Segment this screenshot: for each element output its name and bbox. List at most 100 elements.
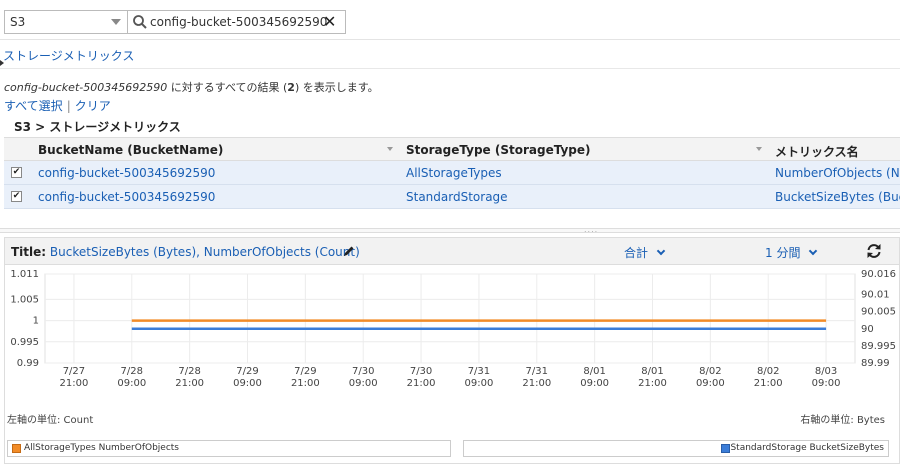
results-summary: config-bucket-500345692590 に対するすべての結果 (2…: [4, 79, 379, 95]
y-right-tick-label: 89.995: [861, 341, 896, 352]
legend-swatch-orange: [12, 444, 21, 453]
x-tick-label: 21:00: [754, 378, 783, 389]
legend-left: AllStorageTypes NumberOfObjects: [7, 440, 451, 457]
period-value: 1 分間: [765, 246, 801, 260]
x-tick-label: 09:00: [465, 378, 494, 389]
table-row[interactable]: ✔ config-bucket-500345692590 AllStorageT…: [4, 161, 900, 185]
graph-title: Title: BucketSizeBytes (Bytes), NumberOf…: [11, 245, 360, 259]
results-text: に対するすべての結果 (: [167, 81, 288, 94]
y-right-tick-label: 90.01: [861, 290, 890, 301]
x-tick-label: 7/30: [410, 366, 432, 377]
legend-swatch-blue: [721, 444, 730, 453]
resize-splitter[interactable]: ....: [0, 225, 900, 234]
grip-handle[interactable]: ....: [584, 225, 598, 234]
x-tick-label: 7/27: [63, 366, 85, 377]
cell-storagetype[interactable]: AllStorageTypes: [406, 166, 502, 180]
cell-bucketname[interactable]: config-bucket-500345692590: [38, 166, 215, 180]
refresh-icon[interactable]: [865, 242, 883, 263]
chevron-down-icon: [656, 246, 666, 256]
cell-bucketname[interactable]: config-bucket-500345692590: [38, 190, 215, 204]
x-tick-label: 09:00: [580, 378, 609, 389]
results-count: 2: [287, 81, 295, 94]
x-tick-label: 21:00: [291, 378, 320, 389]
x-tick-label: 7/31: [526, 366, 548, 377]
divider: [0, 39, 900, 40]
cell-metricname[interactable]: NumberOfObjects (Nu: [775, 166, 900, 180]
x-tick-label: 21:00: [60, 378, 89, 389]
column-header-bucketname[interactable]: BucketName (BucketName): [38, 143, 223, 157]
plot-area: [44, 273, 856, 364]
x-tick-label: 09:00: [233, 378, 262, 389]
breadcrumb[interactable]: ストレージメトリックス: [3, 47, 134, 64]
y-left-tick-label: 0.995: [10, 337, 39, 348]
graph-panel: Title: BucketSizeBytes (Bytes), NumberOf…: [4, 237, 900, 464]
statistic-value: 合計: [624, 246, 649, 260]
table-row[interactable]: ✔ config-bucket-500345692590 StandardSto…: [4, 185, 900, 209]
line-chart: 7/2721:007/2809:007/2821:007/2909:007/29…: [10, 269, 896, 389]
x-tick-label: 7/28: [178, 366, 200, 377]
table-header: BucketName (BucketName) StorageType (Sto…: [4, 137, 900, 161]
select-all-link[interactable]: すべて選択: [4, 99, 63, 113]
x-tick-label: 8/02: [757, 366, 779, 377]
statistic-dropdown[interactable]: 合計: [624, 244, 666, 261]
y-right-tick-label: 90: [861, 324, 874, 335]
pencil-icon[interactable]: [343, 245, 355, 260]
namespace-value: S3: [10, 15, 26, 29]
chevron-down-icon: [809, 246, 818, 256]
divider: [0, 68, 900, 69]
cell-storagetype[interactable]: StandardStorage: [406, 190, 508, 204]
sort-icon[interactable]: [756, 147, 762, 151]
graph-title-label: Title:: [11, 245, 47, 259]
results-bucket: config-bucket-500345692590: [4, 81, 168, 94]
sort-icon[interactable]: [387, 147, 393, 151]
chevron-down-icon: [111, 19, 121, 25]
x-tick-label: 21:00: [407, 378, 436, 389]
right-axis-unit: 右軸の単位: Bytes: [800, 415, 885, 426]
y-right-tick-label: 89.99: [861, 358, 890, 369]
x-tick-label: 09:00: [117, 378, 146, 389]
column-header-metricname[interactable]: メトリックス名: [775, 143, 859, 160]
search-input[interactable]: config-bucket-500345692590 ✕: [128, 10, 346, 34]
x-tick-label: 7/28: [121, 366, 143, 377]
legend-right: StandardStorage BucketSizeBytes: [463, 440, 889, 457]
caret-right-icon: [0, 60, 4, 66]
cell-metricname[interactable]: BucketSizeBytes (Buc: [775, 190, 900, 204]
x-tick-label: 7/30: [352, 366, 374, 377]
grid-title: S3 > ストレージメトリックス: [14, 120, 181, 134]
x-tick-label: 09:00: [812, 378, 841, 389]
graph-header: Title: BucketSizeBytes (Bytes), NumberOf…: [5, 238, 899, 265]
y-right-tick-label: 90.016: [861, 269, 896, 280]
x-tick-label: 09:00: [349, 378, 378, 389]
y-left-tick-label: 0.99: [17, 358, 39, 369]
legend-label: StandardStorage BucketSizeBytes: [730, 443, 884, 453]
row-checkbox[interactable]: ✔: [11, 167, 22, 178]
y-left-tick-label: 1.005: [10, 294, 39, 305]
close-icon[interactable]: ✕: [323, 13, 336, 31]
x-tick-label: 8/02: [699, 366, 721, 377]
link-separator: |: [66, 99, 71, 113]
x-tick-label: 09:00: [696, 378, 725, 389]
results-text-end: ) を表示します。: [294, 81, 379, 94]
namespace-select[interactable]: S3: [4, 10, 128, 34]
period-dropdown[interactable]: 1 分間: [765, 244, 818, 261]
graph-title-metrics[interactable]: BucketSizeBytes (Bytes), NumberOfObjects…: [50, 245, 360, 259]
search-query: config-bucket-500345692590: [150, 15, 328, 29]
left-axis-unit: 左軸の単位: Count: [7, 415, 94, 426]
selection-links: すべて選択 | クリア: [4, 97, 111, 114]
x-tick-label: 21:00: [522, 378, 551, 389]
x-tick-label: 8/01: [641, 366, 663, 377]
y-right-tick-label: 90.005: [861, 307, 896, 318]
search-bar: S3 config-bucket-500345692590 ✕: [0, 0, 900, 40]
x-tick-label: 8/01: [583, 366, 605, 377]
y-left-tick-label: 1.011: [10, 269, 39, 280]
x-tick-label: 21:00: [638, 378, 667, 389]
clear-link[interactable]: クリア: [75, 99, 111, 113]
legend-label: AllStorageTypes NumberOfObjects: [24, 443, 179, 453]
column-header-storagetype[interactable]: StorageType (StorageType): [406, 143, 591, 157]
x-tick-label: 7/31: [468, 366, 490, 377]
x-tick-label: 21:00: [175, 378, 204, 389]
y-left-tick-label: 1: [33, 316, 39, 327]
x-tick-label: 7/29: [294, 366, 316, 377]
x-tick-label: 8/03: [815, 366, 837, 377]
row-checkbox[interactable]: ✔: [11, 191, 22, 202]
